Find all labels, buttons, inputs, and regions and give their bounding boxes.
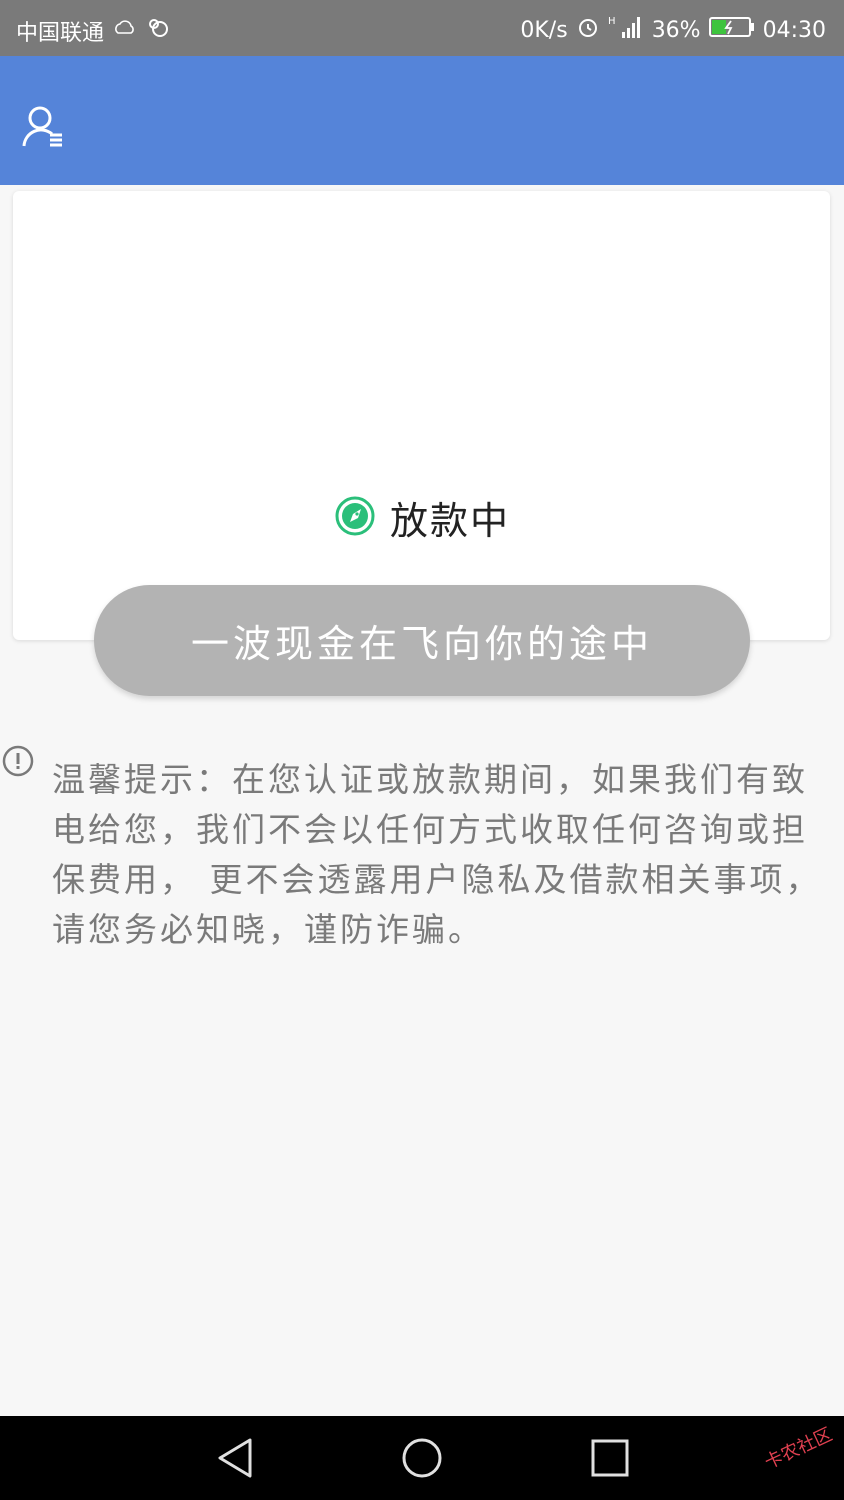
loan-status-row: 放款中 bbox=[0, 490, 844, 545]
rocket-icon bbox=[334, 495, 376, 541]
status-left: 中国联通 bbox=[16, 15, 170, 47]
cash-on-the-way-button[interactable]: 一波现金在飞向你的途中 bbox=[94, 585, 750, 696]
home-icon[interactable] bbox=[400, 1436, 444, 1480]
loan-status-label: 放款中 bbox=[389, 499, 510, 543]
exclamation-circle-icon bbox=[2, 745, 34, 777]
app-bar bbox=[0, 56, 844, 185]
profile-icon[interactable] bbox=[20, 104, 66, 150]
clock-time: 04:30 bbox=[762, 17, 826, 43]
weather-icon bbox=[112, 17, 138, 45]
loan-status-card bbox=[13, 191, 830, 640]
warm-reminder-text: 温馨提示：在您认证或放款期间，如果我们有致电给您，我们不会以任何方式收取任何咨询… bbox=[52, 760, 822, 949]
battery-percent: 36% bbox=[651, 17, 701, 43]
status-right: 0K/s H 36% 04:30 bbox=[520, 14, 826, 46]
recents-icon[interactable] bbox=[588, 1436, 632, 1480]
back-icon[interactable] bbox=[214, 1436, 258, 1480]
carrier-label: 中国联通 bbox=[16, 21, 105, 46]
net-speed: 0K/s bbox=[520, 17, 568, 43]
alarm-icon bbox=[576, 15, 600, 45]
status-bar: 中国联通 0K/s H 36% 04:30 bbox=[0, 0, 844, 56]
svg-text:H: H bbox=[608, 16, 616, 27]
system-nav-bar bbox=[0, 1416, 844, 1500]
squirrel-icon bbox=[146, 16, 170, 46]
signal-icon: H bbox=[608, 14, 644, 46]
battery-icon bbox=[708, 15, 755, 45]
